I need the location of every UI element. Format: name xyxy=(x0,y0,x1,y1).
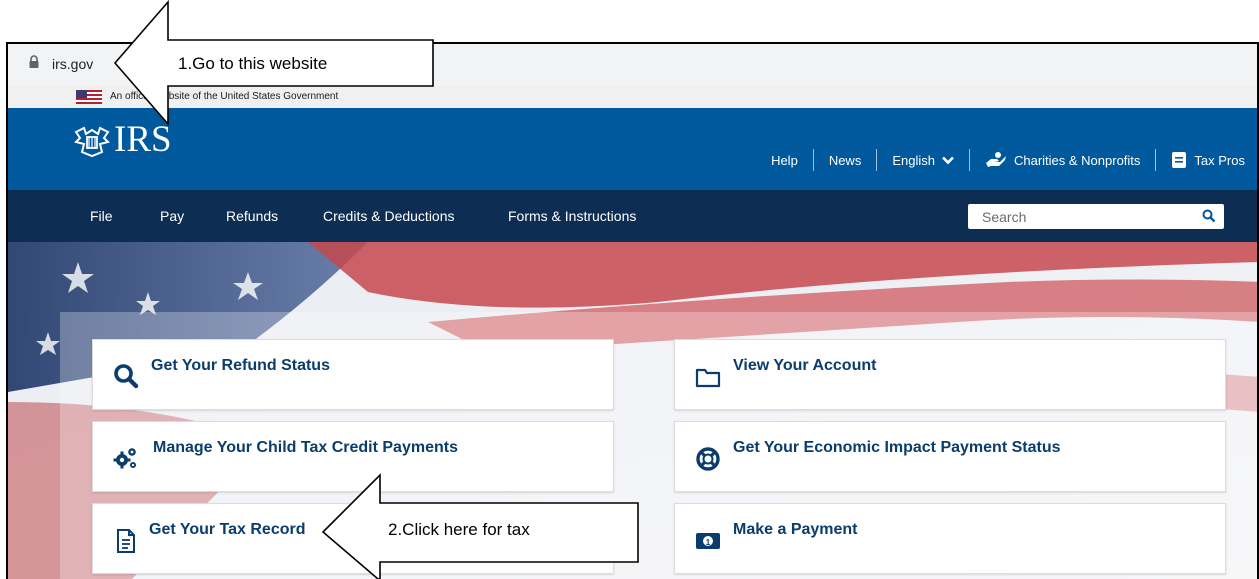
search-input[interactable] xyxy=(968,204,1202,229)
callout-1-text: 1.Go to this website xyxy=(178,54,328,73)
divider xyxy=(876,149,878,171)
card-child-tax-credit[interactable]: Manage Your Child Tax Credit Payments xyxy=(92,421,614,492)
main-nav: File Pay Refunds Credits & Deductions Fo… xyxy=(8,190,1259,242)
chevron-down-icon xyxy=(942,156,954,164)
logo-text: IRS xyxy=(114,119,172,160)
utility-nav: Help News English Charities & Nonprofits xyxy=(771,149,1245,171)
card-make-payment[interactable]: 1 Make a Payment xyxy=(674,503,1226,574)
charities-link[interactable]: Charities & Nonprofits xyxy=(985,151,1140,169)
folder-icon xyxy=(695,368,721,388)
nav-pay[interactable]: Pay xyxy=(160,208,184,224)
irs-logo[interactable]: IRS xyxy=(72,119,212,166)
tax-pros-link[interactable]: Tax Pros xyxy=(1171,151,1245,169)
gov-banner: An official website of the United States… xyxy=(8,86,1259,108)
search-box xyxy=(968,204,1224,229)
search-icon[interactable] xyxy=(1202,209,1216,223)
tax-pros-label: Tax Pros xyxy=(1194,152,1245,168)
callout-2-text: 2.Click here for tax xyxy=(388,520,530,539)
site-header: IRS Help News English Charities & Nonpro… xyxy=(8,108,1259,190)
hero-section: Get Your Refund Status View Your Account xyxy=(8,242,1259,579)
nav-file[interactable]: File xyxy=(90,208,113,224)
eagle-icon xyxy=(74,126,110,158)
card-economic-impact[interactable]: Get Your Economic Impact Payment Status xyxy=(674,421,1226,492)
money-icon: 1 xyxy=(696,533,720,549)
nav-refunds[interactable]: Refunds xyxy=(226,208,278,224)
card-view-account-label: View Your Account xyxy=(733,357,877,374)
nav-forms-instructions[interactable]: Forms & Instructions xyxy=(508,208,636,224)
divider xyxy=(1155,149,1157,171)
lock-icon xyxy=(29,55,39,68)
us-flag-icon xyxy=(76,90,102,104)
card-refund-status[interactable]: Get Your Refund Status xyxy=(92,339,614,410)
news-label: News xyxy=(828,152,862,168)
news-link[interactable]: News xyxy=(829,153,862,168)
divider xyxy=(812,149,814,171)
document-icon xyxy=(117,529,135,553)
card-economic-impact-label: Get Your Economic Impact Payment Status xyxy=(733,439,1061,456)
help-link[interactable]: Help xyxy=(771,153,798,168)
gov-banner-text: An official website of the United States… xyxy=(110,91,339,102)
card-refund-status-label: Get Your Refund Status xyxy=(151,357,330,374)
card-tax-record-label: Get Your Tax Record xyxy=(149,521,306,538)
divider xyxy=(968,149,970,171)
help-label: Help xyxy=(771,152,798,168)
card-child-tax-credit-label: Manage Your Child Tax Credit Payments xyxy=(153,439,458,456)
card-tax-record[interactable]: Get Your Tax Record xyxy=(92,503,614,574)
screenshot-frame: irs.gov An official website of the Unite… xyxy=(6,42,1259,579)
svg-text:1: 1 xyxy=(706,538,711,547)
lifebuoy-icon xyxy=(696,447,720,471)
magnifier-icon xyxy=(114,364,139,389)
card-view-account[interactable]: View Your Account xyxy=(674,339,1226,410)
url-text[interactable]: irs.gov xyxy=(52,56,93,72)
tax-pros-icon xyxy=(1172,152,1187,168)
gears-icon xyxy=(113,448,136,469)
language-selector[interactable]: English xyxy=(892,153,954,168)
charities-label: Charities & Nonprofits xyxy=(1013,152,1141,168)
helping-hand-icon xyxy=(985,152,1006,167)
language-label: English xyxy=(892,152,935,168)
card-make-payment-label: Make a Payment xyxy=(733,521,858,538)
nav-credits-deductions[interactable]: Credits & Deductions xyxy=(323,208,455,224)
